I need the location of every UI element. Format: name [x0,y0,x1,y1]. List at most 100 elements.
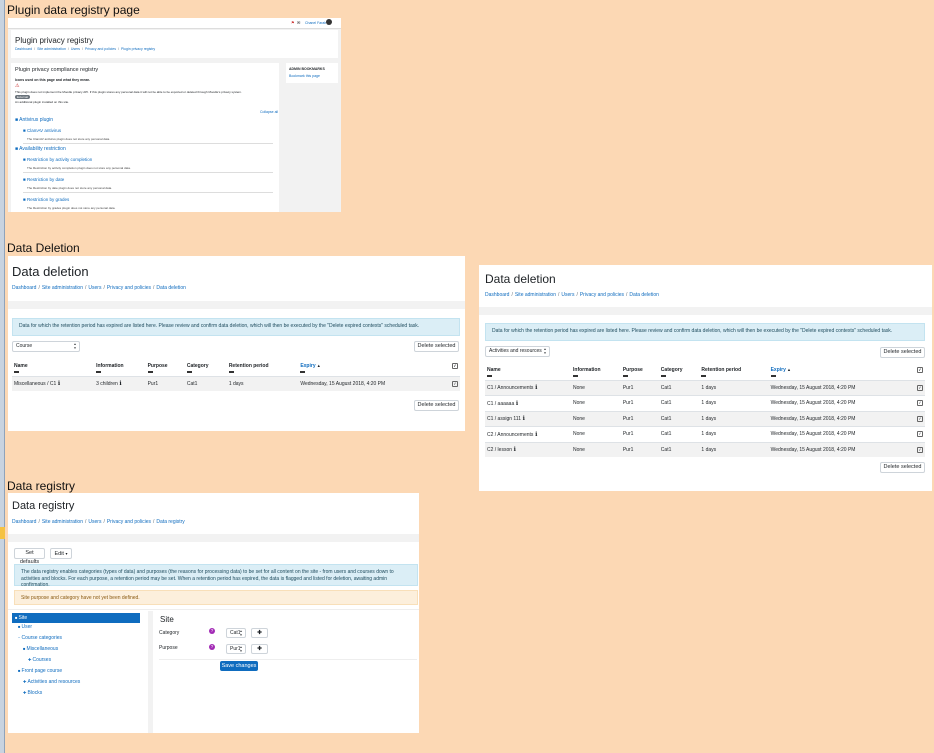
cell-select: ✓ [909,395,925,411]
column-header[interactable]: Information [571,366,621,380]
hide-column-icon[interactable] [660,375,666,377]
row-checkbox[interactable]: ✓ [917,431,923,438]
tree-node-courses[interactable]: ✚ Courses [28,657,51,663]
tree-node-course-categories[interactable]: − Course categories [18,635,62,641]
row-checkbox[interactable]: ✓ [917,415,923,422]
column-header[interactable]: Category [659,366,700,380]
tree-node-blocks[interactable]: ✚ Blocks [23,690,42,696]
tree-node-site[interactable]: ■ Site [12,613,140,623]
plugin-main-region: Plugin privacy compliance registry Icons… [11,63,279,212]
breadcrumb-item[interactable]: Site administration [515,292,556,298]
column-header[interactable]: Information [94,362,146,376]
row-checkbox[interactable]: ✓ [452,380,458,387]
plugin-item[interactable]: ■ Restriction by grades [23,197,69,202]
breadcrumb-item[interactable]: Users [561,292,574,298]
category-select[interactable]: Cat1 [226,628,246,638]
column-header[interactable]: Retention period [227,362,299,376]
context-level-select[interactable]: Activities and resources [485,346,550,357]
breadcrumb-item[interactable]: Dashboard [15,47,32,51]
edit-menu-button[interactable]: Edit ▾ [50,548,72,559]
delete-selected-button-bottom[interactable]: Delete selected [880,462,925,473]
row-checkbox[interactable]: ✓ [917,446,923,453]
breadcrumb-item[interactable]: Dashboard [12,285,36,291]
info-icon[interactable]: ℹ [118,381,121,387]
avatar[interactable] [326,19,332,25]
column-header[interactable]: Category [185,362,227,376]
select-all-checkbox[interactable]: ✓ [917,367,923,373]
plugin-item[interactable]: ■ Restriction by date [23,177,64,182]
breadcrumb-item[interactable]: Privacy and policies [107,519,151,525]
set-defaults-button[interactable]: Set defaults [14,548,45,565]
breadcrumb-item[interactable]: Plugin privacy registry [121,47,155,51]
breadcrumb-item[interactable]: Site administration [42,519,83,525]
breadcrumb-item[interactable]: Dashboard [485,292,509,298]
info-icon[interactable]: ℹ [56,381,60,387]
delete-selected-button-bottom[interactable]: Delete selected [414,400,459,411]
breadcrumb-item[interactable]: Site administration [37,47,66,51]
add-purpose-button[interactable]: ✚ [251,644,268,654]
breadcrumb-item[interactable]: Data deletion [156,285,185,291]
breadcrumb-item[interactable]: Users [88,519,101,525]
tree-node-front-page-course[interactable]: ■ Front page course [18,668,62,674]
help-icon[interactable]: ? [209,644,215,650]
tree-node-user[interactable]: ■ User [18,624,32,630]
hide-column-icon[interactable] [573,375,578,377]
column-header[interactable]: Name [12,362,94,376]
hide-column-icon[interactable] [701,375,707,377]
breadcrumb-item[interactable]: Privacy and policies [107,285,151,291]
collapse-all-link[interactable]: Collapse all [260,110,278,114]
hide-column-icon[interactable] [300,371,306,373]
context-level-select[interactable]: Course [12,341,80,352]
column-header[interactable]: Retention period [699,366,768,380]
hide-column-icon[interactable] [228,371,234,373]
info-icon[interactable]: ℹ [521,416,525,422]
breadcrumb-item[interactable]: Privacy and policies [85,47,116,51]
column-header[interactable]: Purpose [146,362,185,376]
breadcrumb-item[interactable]: Dashboard [12,519,36,525]
hide-column-icon[interactable] [487,375,492,377]
plugin-item[interactable]: ■ ClamAV antivirus [23,128,61,133]
column-header[interactable]: Purpose [621,366,659,380]
add-category-button[interactable]: ✚ [251,628,268,638]
breadcrumb-item[interactable]: Users [71,47,80,51]
user-menu-name[interactable]: Chanel Farah [305,21,326,25]
hide-column-icon[interactable] [186,371,192,373]
purpose-select[interactable]: Pur1 [226,644,246,654]
breadcrumb-item[interactable]: Site administration [42,285,83,291]
hide-column-icon[interactable] [147,371,153,373]
hide-column-icon[interactable] [14,371,19,373]
tree-node-activities-and-resources[interactable]: ✚ Activities and resources [23,679,80,685]
row-checkbox[interactable]: ✓ [917,400,923,407]
breadcrumb-item[interactable]: Privacy and policies [580,292,624,298]
breadcrumb-item[interactable]: Data registry [156,519,184,525]
plugin-type-item[interactable]: ■ Availability restriction [15,146,66,152]
help-icon[interactable]: ? [209,628,215,634]
breadcrumb-item[interactable]: Users [88,285,101,291]
column-header[interactable]: Expiry ▲ [769,366,910,380]
breadcrumb-item[interactable]: Data deletion [629,292,658,298]
delete-selected-button-top[interactable]: Delete selected [414,341,459,352]
breadcrumb-separator: / [153,519,155,525]
message-icon[interactable]: ✉ [297,20,300,25]
hide-column-icon[interactable] [770,375,776,377]
cell-text: Cat1 [660,431,672,438]
item-divider [23,192,273,193]
select-all-checkbox[interactable]: ✓ [452,363,458,369]
bookmark-link[interactable]: Bookmark this page [289,74,320,78]
tree-node-miscellaneous[interactable]: ■ Miscellaneous [23,646,58,652]
delete-selected-button-top[interactable]: Delete selected [880,347,925,358]
info-icon[interactable]: ℹ [512,447,516,453]
column-header[interactable]: Expiry ▲ [298,362,443,376]
cell-purpose: Pur1 [145,375,185,391]
hide-column-icon[interactable] [96,371,102,373]
column-header[interactable]: Name [485,366,571,380]
info-icon[interactable]: ℹ [533,432,537,438]
plugin-type-item[interactable]: ■ Antivirus plugin [15,117,53,123]
info-icon[interactable]: ℹ [533,385,537,391]
hide-column-icon[interactable] [622,375,628,377]
save-changes-button[interactable]: Save changes [220,661,258,671]
notification-icon[interactable]: ⚑ [291,20,295,25]
info-icon[interactable]: ℹ [514,401,518,407]
row-checkbox[interactable]: ✓ [917,384,923,391]
plugin-item[interactable]: ■ Restriction by activity completion [23,157,92,162]
